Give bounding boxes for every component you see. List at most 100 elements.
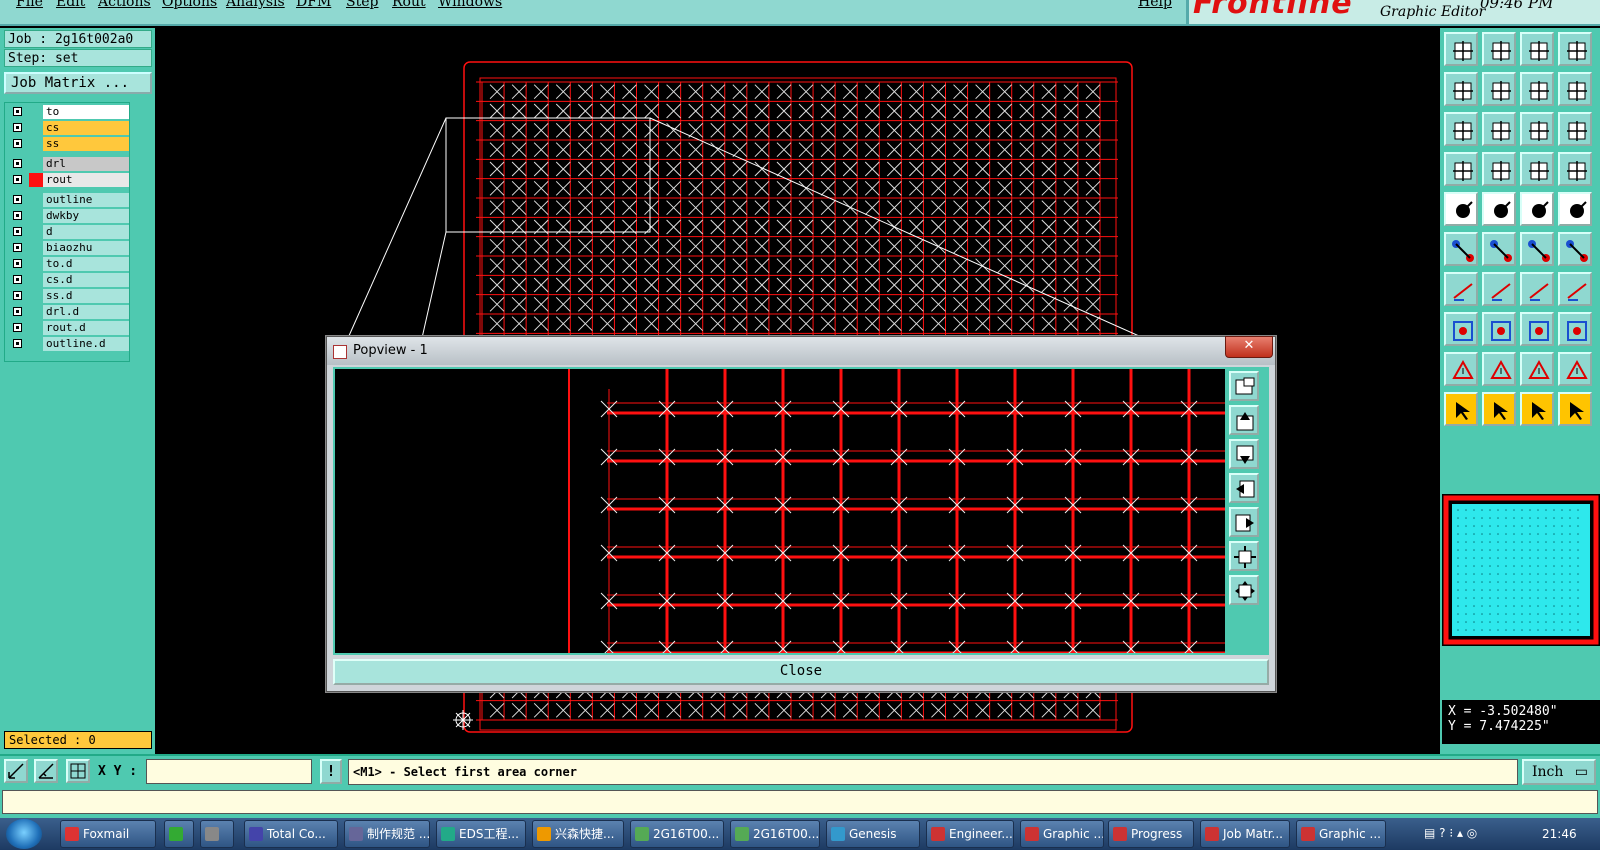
layer-row-ss[interactable]: ss bbox=[9, 137, 129, 151]
layer-row-dwkby[interactable]: dwkby bbox=[9, 209, 129, 223]
layer-row-drl-d[interactable]: drl.d bbox=[9, 305, 129, 319]
layer-checkbox[interactable] bbox=[13, 123, 22, 132]
taskbar-item[interactable]: Graphic ... bbox=[1296, 820, 1386, 848]
put-down-icon[interactable] bbox=[1482, 32, 1516, 66]
measure-icon[interactable] bbox=[34, 759, 58, 783]
ratio-icon[interactable] bbox=[1520, 112, 1554, 146]
taskbar-item[interactable]: Foxmail bbox=[60, 820, 156, 848]
layer-checkbox[interactable] bbox=[13, 195, 22, 204]
measure-box-icon[interactable] bbox=[1520, 312, 1554, 346]
pan-right-icon[interactable] bbox=[1229, 507, 1259, 537]
line-node-icon[interactable] bbox=[1520, 232, 1554, 266]
job-matrix-button[interactable]: Job Matrix ... bbox=[4, 72, 152, 94]
redo-icon[interactable] bbox=[1558, 72, 1592, 106]
cross-icon[interactable] bbox=[1482, 232, 1516, 266]
slant2-icon[interactable] bbox=[1482, 272, 1516, 306]
pad-icon[interactable] bbox=[1444, 192, 1478, 226]
taskbar-item[interactable]: Graphic ... bbox=[1020, 820, 1104, 848]
layer-row-outline[interactable]: outline bbox=[9, 193, 129, 207]
put-up-icon[interactable] bbox=[1444, 32, 1478, 66]
triangle4-icon[interactable] bbox=[1558, 352, 1592, 386]
taskbar-item[interactable] bbox=[200, 820, 234, 848]
close-icon[interactable]: ✕ bbox=[1225, 336, 1273, 358]
line-node2-icon[interactable] bbox=[1558, 232, 1592, 266]
layer-name[interactable]: rout.d bbox=[43, 321, 129, 335]
zoom-out-icon[interactable] bbox=[1229, 541, 1259, 571]
layer-row-cs-d[interactable]: cs.d bbox=[9, 273, 129, 287]
ruler-icon[interactable] bbox=[1520, 192, 1554, 226]
popview-canvas[interactable] bbox=[335, 369, 1256, 658]
taskbar-item[interactable]: Progress bbox=[1108, 820, 1194, 848]
feature-icon[interactable] bbox=[1482, 192, 1516, 226]
layer-checkbox[interactable] bbox=[13, 139, 22, 148]
layer-name[interactable]: outline.d bbox=[43, 337, 129, 351]
taskbar-item[interactable]: 制作规范 ... bbox=[344, 820, 430, 848]
nodes-icon[interactable] bbox=[1444, 232, 1478, 266]
pan-up-icon[interactable] bbox=[1229, 405, 1259, 435]
triangle3-icon[interactable] bbox=[1520, 352, 1554, 386]
layer-name[interactable]: drl bbox=[43, 157, 129, 171]
layer-checkbox[interactable] bbox=[13, 243, 22, 252]
layer-name[interactable]: to bbox=[43, 105, 129, 119]
stroke-font-icon[interactable] bbox=[1444, 152, 1478, 186]
start-button[interactable] bbox=[6, 819, 42, 849]
popview-close-button[interactable]: Close bbox=[333, 659, 1269, 685]
menu-analysis[interactable]: Analysis bbox=[226, 0, 285, 10]
pointer-icon[interactable] bbox=[1444, 392, 1478, 426]
menu-dfm[interactable]: DFM bbox=[296, 0, 331, 10]
layer-name[interactable]: to.d bbox=[43, 257, 129, 271]
layer-name[interactable]: ss bbox=[43, 137, 129, 151]
taskbar-item[interactable]: 2G16T00... bbox=[730, 820, 820, 848]
taskbar-item[interactable]: Genesis bbox=[826, 820, 920, 848]
menu-options[interactable]: Options bbox=[162, 0, 217, 10]
layer-row-to-d[interactable]: to.d bbox=[9, 257, 129, 271]
zoom-in-icon[interactable] bbox=[1229, 575, 1259, 605]
connect-icon[interactable] bbox=[1520, 152, 1554, 186]
layer-name[interactable]: d bbox=[43, 225, 129, 239]
triangle2-icon[interactable] bbox=[1482, 352, 1516, 386]
menu-edit[interactable]: Edit bbox=[56, 0, 85, 10]
tray-icons[interactable]: ▤ ? ⁝ ▴ ◎ bbox=[1424, 826, 1477, 840]
move-node-icon[interactable] bbox=[1444, 312, 1478, 346]
taskbar-item[interactable]: Total Co... bbox=[244, 820, 338, 848]
text-tool-icon[interactable] bbox=[1558, 272, 1592, 306]
layer-checkbox[interactable] bbox=[13, 323, 22, 332]
unit-select[interactable]: Inch ▭ bbox=[1522, 759, 1596, 785]
layer-row-to[interactable]: to bbox=[9, 105, 129, 119]
put-left-icon[interactable] bbox=[1444, 72, 1478, 106]
pointer3-icon[interactable] bbox=[1520, 392, 1554, 426]
layer-checkbox[interactable] bbox=[13, 107, 22, 116]
layer-row-d[interactable]: d bbox=[9, 225, 129, 239]
xy-input[interactable] bbox=[146, 759, 312, 784]
grid-view-icon[interactable] bbox=[1482, 152, 1516, 186]
slant-icon[interactable] bbox=[1444, 272, 1478, 306]
tray-clock[interactable]: 21:46 bbox=[1542, 827, 1577, 841]
zoom-home-icon[interactable] bbox=[1482, 112, 1516, 146]
menu-help[interactable]: Help bbox=[1138, 0, 1172, 10]
layer-row-biaozhu[interactable]: biaozhu bbox=[9, 241, 129, 255]
layer-name[interactable]: cs bbox=[43, 121, 129, 135]
layer-checkbox[interactable] bbox=[13, 291, 22, 300]
taskbar-item[interactable]: 2G16T00... bbox=[630, 820, 724, 848]
snap-icon[interactable] bbox=[4, 759, 28, 783]
layer-row-outline-d[interactable]: outline.d bbox=[9, 337, 129, 351]
taskbar-item[interactable] bbox=[164, 820, 194, 848]
layer-name[interactable]: biaozhu bbox=[43, 241, 129, 255]
dot-icon[interactable] bbox=[1558, 192, 1592, 226]
layer-row-ss-d[interactable]: ss.d bbox=[9, 289, 129, 303]
undo-icon[interactable] bbox=[1520, 72, 1554, 106]
triangle-icon[interactable] bbox=[1444, 352, 1478, 386]
connect-red-icon[interactable] bbox=[1558, 152, 1592, 186]
put-right-icon[interactable] bbox=[1482, 72, 1516, 106]
pan-left-icon[interactable] bbox=[1229, 473, 1259, 503]
shapes-icon[interactable] bbox=[1558, 312, 1592, 346]
layer-checkbox[interactable] bbox=[13, 159, 22, 168]
layer-checkbox[interactable] bbox=[13, 227, 22, 236]
layer-checkbox[interactable] bbox=[13, 259, 22, 268]
layer-row-rout[interactable]: rout bbox=[9, 173, 129, 187]
layer-name[interactable]: cs.d bbox=[43, 273, 129, 287]
layer-row-drl[interactable]: drl bbox=[9, 157, 129, 171]
menu-step[interactable]: Step bbox=[346, 0, 378, 10]
overview-map[interactable] bbox=[1442, 494, 1600, 646]
arc-icon[interactable] bbox=[1520, 272, 1554, 306]
